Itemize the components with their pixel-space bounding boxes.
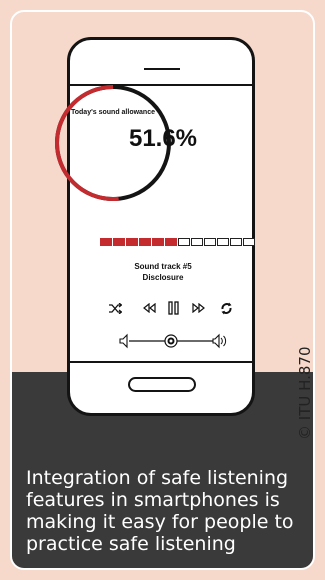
phone-speaker [144, 68, 180, 70]
allowance-value: 51.6% [128, 125, 198, 152]
meter-segment-empty [230, 238, 242, 246]
meter-segment-filled [165, 238, 177, 246]
rewind-icon[interactable] [143, 303, 156, 313]
meter-segment-empty [204, 238, 216, 246]
meter-segment-filled [152, 238, 164, 246]
volume-slider[interactable] [118, 333, 230, 349]
allowance-label: Today's sound allowance [71, 109, 155, 116]
repeat-icon[interactable] [220, 302, 233, 315]
shuffle-icon[interactable] [109, 303, 122, 314]
volume-high-icon [212, 333, 227, 349]
track-artist: Disclosure [142, 273, 184, 282]
caption-text: Integration of safe listening features i… [26, 467, 294, 555]
track-title: Sound track #5 [134, 262, 192, 271]
meter-segment-empty [178, 238, 190, 246]
home-button [128, 377, 196, 392]
playback-controls [100, 300, 235, 318]
volume-knob[interactable] [164, 334, 178, 348]
phone-bottom-bezel [70, 361, 252, 363]
pause-icon[interactable] [168, 301, 179, 315]
meter-segment-empty [191, 238, 203, 246]
volume-low-icon [119, 333, 128, 349]
copyright-credit: © ITU H.870 [296, 346, 314, 440]
meter-segment-filled [139, 238, 151, 246]
meter-segment-empty [243, 238, 255, 246]
sound-exposure-meter [100, 238, 255, 246]
fast-forward-icon[interactable] [192, 303, 205, 313]
meter-segment-filled [100, 238, 112, 246]
meter-segment-filled [113, 238, 125, 246]
meter-segment-filled [126, 238, 138, 246]
meter-segment-empty [217, 238, 229, 246]
allowance-ring-fill [55, 85, 119, 201]
